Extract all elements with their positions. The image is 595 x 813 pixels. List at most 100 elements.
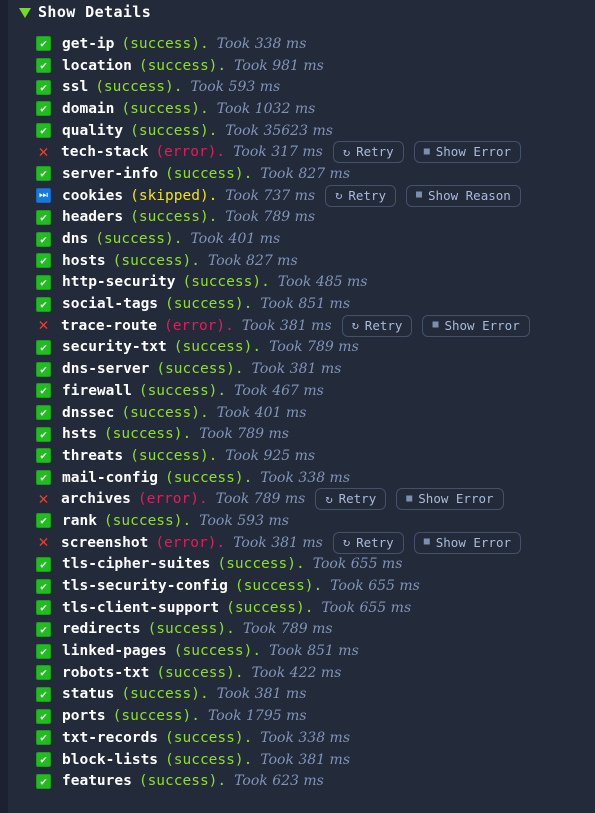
job-duration: Took 655 ms bbox=[330, 578, 420, 595]
show-error-button[interactable]: ■ Show Error bbox=[413, 141, 522, 164]
job-name: mail-config bbox=[62, 469, 159, 486]
job-status-label: (success). bbox=[121, 35, 209, 52]
show-error-button[interactable]: ■ Show Error bbox=[413, 531, 522, 554]
job-row: ssl (success). Took 593 ms bbox=[36, 76, 595, 98]
error-status-icon bbox=[36, 145, 51, 160]
show-details-toggle[interactable]: Show Details bbox=[8, 0, 595, 22]
job-name: tls-cipher-suites bbox=[62, 556, 211, 573]
show-error-button[interactable]: ■ Show Error bbox=[396, 488, 504, 511]
success-status-icon bbox=[36, 123, 51, 139]
job-row: hosts (success). Took 827 ms bbox=[36, 250, 595, 272]
success-status-icon bbox=[36, 36, 51, 52]
job-name: archives bbox=[61, 491, 131, 508]
job-name: tls-client-support bbox=[62, 599, 220, 616]
job-status-label: (success). bbox=[130, 122, 218, 139]
success-status-icon bbox=[36, 274, 51, 290]
retry-button[interactable]: ↻ Retry bbox=[332, 531, 404, 554]
job-name: features bbox=[62, 773, 132, 790]
job-duration: Took 593 ms bbox=[199, 512, 289, 529]
error-status-icon bbox=[36, 318, 51, 333]
retry-button[interactable]: ↻ Retry bbox=[315, 488, 387, 511]
show-error-button-label: Show Error bbox=[435, 144, 512, 160]
skipped-status-icon bbox=[36, 188, 51, 204]
job-row: get-ip (success). Took 338 ms bbox=[36, 33, 595, 55]
retry-button[interactable]: ↻ Retry bbox=[325, 184, 396, 207]
job-status-label: (error). bbox=[155, 144, 226, 161]
job-duration: Took 827 ms bbox=[207, 252, 298, 269]
job-row: tls-cipher-suites (success). Took 655 ms bbox=[36, 554, 595, 576]
job-duration: Took 338 ms bbox=[260, 469, 351, 486]
job-name: dns bbox=[62, 231, 89, 248]
job-status-label: (success). bbox=[165, 729, 253, 746]
job-row: http-security (success). Took 485 ms bbox=[36, 272, 595, 294]
job-status-label: (error). bbox=[155, 534, 226, 551]
job-status-label: (success). bbox=[121, 404, 209, 421]
job-name: robots-txt bbox=[62, 664, 150, 681]
job-row: ports (success). Took 1795 ms bbox=[36, 705, 595, 727]
job-duration: Took 851 ms bbox=[269, 643, 359, 660]
job-status-label: (success). bbox=[130, 447, 218, 464]
job-status-label: (success). bbox=[138, 57, 227, 74]
show-reason-button[interactable]: ■ Show Reason bbox=[405, 184, 521, 207]
job-name: status bbox=[62, 686, 115, 703]
success-status-icon bbox=[36, 578, 51, 594]
job-status-label: (success). bbox=[234, 578, 323, 595]
show-error-button[interactable]: ■ Show Error bbox=[422, 314, 530, 337]
job-name: linked-pages bbox=[62, 643, 167, 660]
job-row: threats (success). Took 925 ms bbox=[36, 445, 595, 467]
job-row: location (success). Took 981 ms bbox=[36, 55, 595, 77]
job-duration: Took 381 ms bbox=[241, 317, 332, 334]
job-name: dnssec bbox=[62, 404, 115, 421]
job-name: block-lists bbox=[62, 751, 159, 768]
job-status-label: (success). bbox=[147, 621, 235, 638]
job-duration: Took 789 ms bbox=[215, 491, 306, 508]
job-duration: Took 925 ms bbox=[225, 447, 316, 464]
job-name: headers bbox=[62, 209, 124, 226]
retry-button[interactable]: ↻ Retry bbox=[341, 314, 413, 337]
job-duration: Took 655 ms bbox=[312, 556, 403, 573]
job-status-label: (success). bbox=[182, 274, 270, 291]
job-row: hsts (success). Took 789 ms bbox=[36, 423, 595, 445]
job-status-label: (success). bbox=[103, 426, 192, 443]
job-status-label: (success). bbox=[173, 339, 262, 356]
job-duration: Took 35623 ms bbox=[225, 122, 333, 139]
job-row: txt-records (success). Took 338 ms bbox=[36, 727, 595, 749]
success-status-icon bbox=[36, 58, 51, 74]
success-status-icon bbox=[36, 253, 51, 269]
square-icon: ■ bbox=[432, 319, 439, 331]
show-error-button-label: Show Error bbox=[435, 534, 512, 550]
job-name: tech-stack bbox=[61, 144, 149, 161]
job-status-label: (success). bbox=[226, 599, 314, 616]
error-status-icon bbox=[36, 492, 51, 507]
job-status-label: (success). bbox=[112, 708, 200, 725]
success-status-icon bbox=[36, 426, 51, 442]
job-status-label: (success). bbox=[112, 252, 200, 269]
job-status-label: (success). bbox=[138, 382, 227, 399]
job-status-label: (success). bbox=[138, 773, 227, 790]
job-row: dnssec (success). Took 401 ms bbox=[36, 402, 595, 424]
success-status-icon bbox=[36, 296, 51, 312]
retry-button-label: Retry bbox=[356, 144, 394, 160]
square-icon: ■ bbox=[415, 189, 423, 201]
job-name: ssl bbox=[62, 79, 89, 96]
job-name: dns-server bbox=[62, 361, 150, 378]
job-name: ports bbox=[62, 708, 106, 725]
job-duration: Took 381 ms bbox=[233, 534, 323, 551]
retry-button-label: Retry bbox=[338, 491, 377, 507]
retry-button[interactable]: ↻ Retry bbox=[332, 141, 404, 164]
show-reason-button-label: Show Reason bbox=[428, 187, 511, 203]
job-duration: Took 338 ms bbox=[260, 729, 351, 746]
success-status-icon bbox=[36, 643, 51, 659]
job-row: tls-client-support (success). Took 655 ms bbox=[36, 597, 595, 619]
job-duration: Took 593 ms bbox=[190, 79, 281, 96]
square-icon: ■ bbox=[406, 492, 413, 504]
job-name: hsts bbox=[62, 426, 97, 443]
success-status-icon bbox=[36, 708, 51, 724]
rotate-ccw-icon: ↻ bbox=[342, 144, 351, 159]
triangle-down-icon bbox=[19, 8, 31, 18]
job-duration: Took 381 ms bbox=[251, 361, 342, 378]
job-row: firewall (success). Took 467 ms bbox=[36, 380, 595, 402]
success-status-icon bbox=[36, 361, 51, 377]
error-status-icon bbox=[36, 535, 51, 550]
job-duration: Took 851 ms bbox=[260, 296, 351, 313]
